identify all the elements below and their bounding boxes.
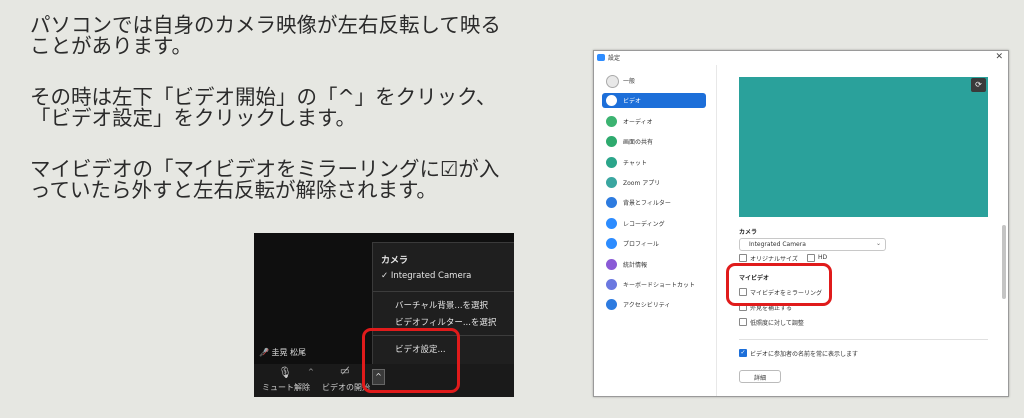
divider — [739, 339, 988, 340]
highlight-video-settings — [362, 328, 460, 393]
mic-off-icon: 🎙 — [278, 366, 292, 379]
mute-button[interactable]: 🎙 ミュート解除 — [262, 366, 310, 394]
details-button[interactable]: 詳細 — [739, 370, 781, 383]
settings-window: 設定 ✕ 一般ビデオオーディオ画面の共有チャット Zoom アプリ背景とフィルター… — [593, 50, 1009, 397]
sidebar-item-label: キーボードショートカット — [623, 282, 696, 289]
sidebar-item-icon — [606, 258, 617, 270]
highlight-my-video-mirror — [726, 263, 832, 306]
sidebar-item-3[interactable]: 画面の共有 — [602, 134, 706, 149]
sidebar-item-icon — [606, 156, 617, 168]
original-size-checkbox[interactable] — [739, 254, 747, 262]
camera-option-integrated[interactable]: ✓ Integrated Camera — [381, 271, 471, 281]
instruction-paragraph-1: パソコンでは自身のカメラ映像が左右反転して映ることがあります。 — [30, 13, 501, 58]
sidebar-item-0[interactable]: 一般 — [602, 73, 706, 88]
sidebar-item-icon — [606, 299, 617, 311]
audio-caret-icon[interactable]: ^ — [308, 368, 314, 376]
sidebar-item-icon — [606, 136, 617, 148]
sidebar-item-icon — [606, 75, 619, 88]
camera-select[interactable]: Integrated Camera ⌄ — [739, 238, 886, 251]
sidebar-item-label: 画面の共有 — [623, 139, 654, 147]
sidebar-item-label: 統計情報 — [623, 261, 648, 269]
sidebar-item-9[interactable]: 統計情報 — [602, 257, 706, 272]
sidebar-item-5[interactable]: Zoom アプリ — [602, 175, 706, 190]
sidebar-item-7[interactable]: レコーディング — [602, 216, 706, 231]
sidebar-item-1[interactable]: ビデオ — [602, 93, 706, 109]
instruction-paragraph-3: マイビデオの「マイビデオをミラーリングに☑が入っていたら外すと左右反転が解除され… — [30, 157, 500, 202]
original-size-label: オリジナルサイズ — [750, 256, 798, 263]
sidebar-item-icon — [606, 197, 617, 209]
rotate-camera-icon[interactable]: ⟳ — [971, 78, 986, 92]
participant-name-label: 🎤̸ 圭晃 松尾 — [259, 348, 307, 357]
camera-menu-header: カメラ — [381, 256, 409, 266]
hd-label: HD — [818, 254, 828, 261]
sidebar-item-label: オーディオ — [623, 118, 653, 126]
menu-divider — [373, 291, 514, 292]
sidebar-item-icon — [606, 238, 617, 250]
mic-muted-icon: 🎤̸ — [259, 348, 272, 357]
details-button-label: 詳細 — [753, 375, 766, 382]
camera-section-label: カメラ — [739, 229, 758, 236]
show-names-label: ビデオに参加者の名前を常に表示します — [750, 351, 859, 358]
sidebar-item-label: レコーディング — [623, 220, 665, 228]
sidebar-item-label: ビデオ — [623, 98, 642, 106]
sidebar-item-icon — [606, 217, 617, 229]
sidebar-item-10[interactable]: キーボードショートカット — [602, 277, 706, 292]
sidebar-item-icon — [606, 95, 617, 107]
sidebar-item-4[interactable]: チャット — [602, 155, 706, 170]
sidebar-item-11[interactable]: アクセシビリティ — [602, 297, 706, 312]
settings-titlebar: 設定 ✕ — [594, 51, 1008, 65]
settings-window-title: 設定 — [608, 55, 621, 62]
instruction-paragraph-2: その時は左下「ビデオ開始」の「^」をクリック、「ビデオ設定」をクリックします。 — [30, 85, 497, 130]
virtual-background-item[interactable]: バーチャル背景...を選択 — [395, 299, 488, 311]
camera-select-value: Integrated Camera — [749, 241, 806, 248]
sidebar-item-icon — [606, 115, 617, 127]
sidebar-item-label: 背景とフィルター — [623, 200, 671, 208]
close-icon[interactable]: ✕ — [995, 52, 1003, 62]
sidebar-item-6[interactable]: 背景とフィルター — [602, 195, 706, 210]
low-light-label: 低照度に対して調整 — [750, 320, 804, 327]
settings-sidebar: 一般ビデオオーディオ画面の共有チャット Zoom アプリ背景とフィルター レコーディ… — [594, 65, 717, 396]
low-light-checkbox[interactable] — [739, 318, 747, 326]
zoom-logo-icon — [597, 54, 605, 61]
scrollbar[interactable] — [1002, 225, 1006, 299]
sidebar-item-label: アクセシビリティ — [623, 302, 671, 310]
sidebar-item-8[interactable]: プロフィール — [602, 236, 706, 251]
sidebar-item-label: 一般 — [623, 78, 636, 85]
hd-checkbox[interactable] — [807, 254, 815, 262]
show-names-checkbox[interactable]: ✓ — [739, 349, 747, 357]
sidebar-item-label: プロフィール — [623, 241, 659, 249]
sidebar-item-icon — [606, 177, 617, 188]
sidebar-item-label: Zoom アプリ — [623, 180, 661, 187]
sidebar-item-2[interactable]: オーディオ — [602, 114, 706, 129]
sidebar-item-label: チャット — [623, 159, 647, 167]
sidebar-item-icon — [606, 279, 617, 290]
video-off-icon: ▭̸ — [340, 366, 350, 377]
video-filter-item[interactable]: ビデオフィルター...を選択 — [395, 316, 496, 328]
camera-preview — [739, 77, 988, 217]
chevron-down-icon: ⌄ — [875, 240, 881, 247]
